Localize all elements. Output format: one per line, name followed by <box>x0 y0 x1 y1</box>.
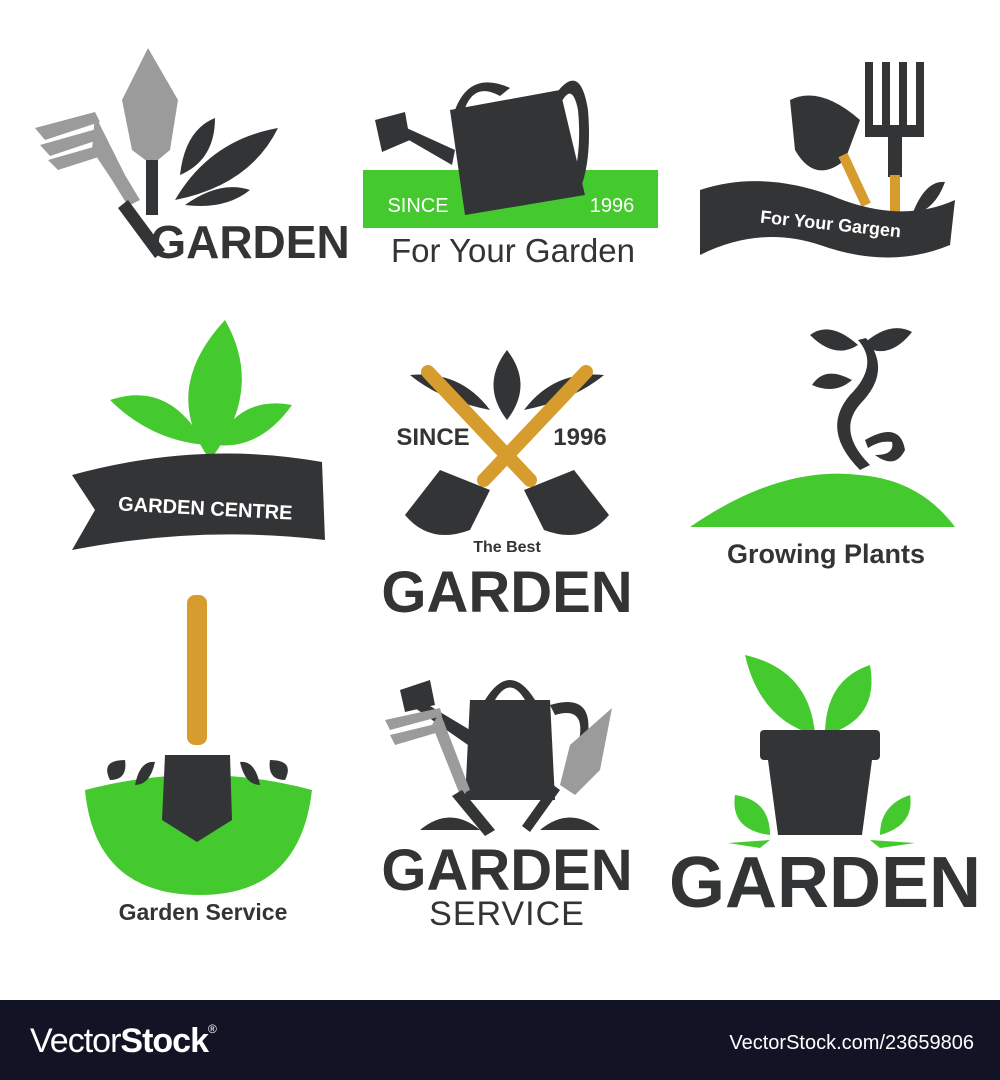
logo-garden-pot: GARDEN <box>669 655 981 923</box>
logo-garden-service-tools: GARDEN SERVICE <box>381 680 633 933</box>
flower-pot-icon <box>760 730 880 835</box>
leaves-icon <box>175 118 278 206</box>
sprout-icon <box>810 328 912 470</box>
logo-title: GARDEN <box>150 216 349 268</box>
logo-title: Garden Service <box>119 899 288 925</box>
green-leaves-icon <box>110 320 292 460</box>
logo-growing-plants: Growing Plants <box>690 328 955 569</box>
image-url: VectorStock.com/23659806 <box>729 1032 974 1054</box>
logo-title: GARDEN <box>381 560 632 625</box>
green-hill <box>690 473 955 527</box>
logo-title: GARDEN <box>669 843 981 923</box>
leaves-icon <box>420 817 600 830</box>
brand-light: Vector <box>30 1022 121 1060</box>
logo-title: Growing Plants <box>727 539 925 569</box>
garden-logo-set: GARDEN SINCE 1996 For Your Garden For Yo… <box>35 48 981 933</box>
logo-for-your-gargen: For Your Gargen <box>700 62 955 258</box>
since-label: SINCE <box>387 195 448 217</box>
since-label: SINCE <box>396 424 469 451</box>
logo-title: GARDEN <box>381 838 632 903</box>
vectorstock-logo: VectorStock® <box>30 1022 217 1061</box>
watering-can-icon <box>400 680 589 800</box>
brand-bold: Stock <box>120 1022 209 1060</box>
logo-garden-tools: GARDEN <box>35 48 350 268</box>
year-label: 1996 <box>590 195 635 217</box>
logo-garden-service: Garden Service <box>85 595 312 925</box>
logo-garden-centre: GARDEN CENTRE <box>72 320 325 550</box>
year-label: 1996 <box>553 424 606 451</box>
logo-for-your-garden: SINCE 1996 For Your Garden <box>363 80 658 269</box>
logo-subtitle: The Best <box>473 539 541 556</box>
registered-mark: ® <box>207 1022 217 1036</box>
logo-title: For Your Garden <box>391 232 635 269</box>
shovel-icon <box>162 595 232 842</box>
garden-fork-icon <box>865 62 924 220</box>
logo-the-best-garden: SINCE 1996 The Best GARDEN <box>381 350 633 625</box>
watermark-footer: VectorStock® VectorStock.com/23659806 <box>0 1000 1000 1080</box>
logo-subtitle: SERVICE <box>429 895 585 933</box>
